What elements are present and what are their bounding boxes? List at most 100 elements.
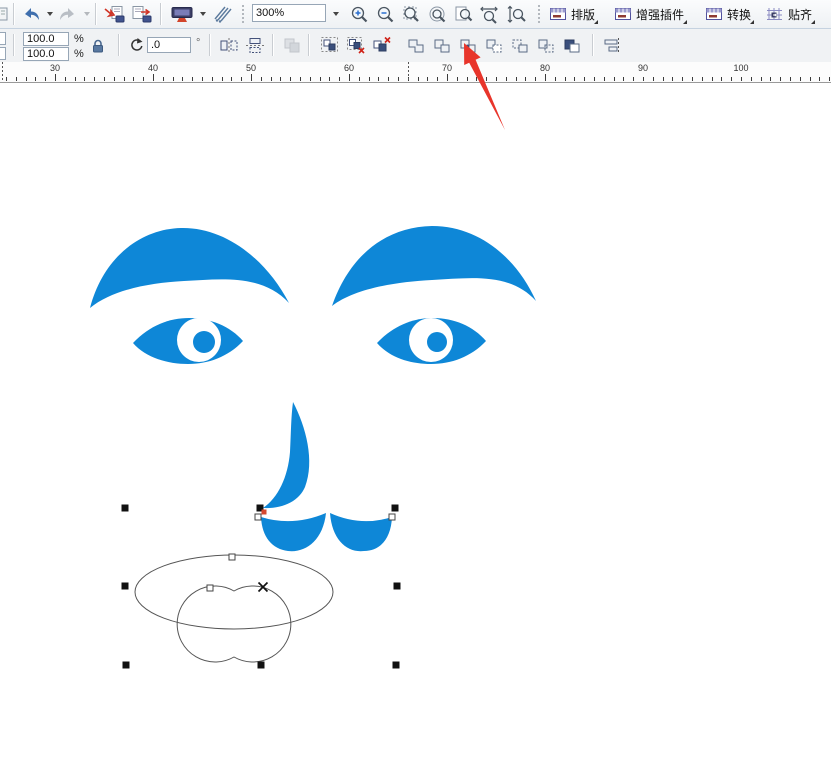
- intersect-button[interactable]: [456, 33, 480, 57]
- mirror-horizontal-button[interactable]: [217, 33, 241, 57]
- weld-button[interactable]: [404, 33, 428, 57]
- application-launcher-button[interactable]: [168, 2, 196, 26]
- mouth-ellipse-outline[interactable]: [135, 555, 333, 629]
- curve-node[interactable]: [229, 554, 235, 560]
- ruler-tick: [702, 77, 703, 81]
- scale-x-field[interactable]: [23, 32, 69, 46]
- menu-button-plugins[interactable]: 增强插件: [610, 2, 688, 26]
- right-eye-white[interactable]: [409, 318, 453, 362]
- selected-node-red[interactable]: [262, 510, 267, 515]
- left-eyebrow-shape[interactable]: [90, 228, 289, 308]
- right-eye-shape[interactable]: [377, 318, 486, 364]
- left-eye-white[interactable]: [177, 318, 221, 362]
- ruler-tick: [506, 77, 507, 81]
- zoom-to-width-button[interactable]: [478, 2, 502, 26]
- zoom-to-selection-button[interactable]: [400, 2, 424, 26]
- left-eye-pupil[interactable]: [193, 331, 215, 353]
- selection-handle[interactable]: [394, 583, 401, 590]
- ruler-tick: [388, 77, 389, 81]
- lock-ratio-button[interactable]: [88, 34, 108, 58]
- nose-left-nostril-shape[interactable]: [261, 513, 326, 551]
- export-button[interactable]: [129, 2, 155, 26]
- selection-handle[interactable]: [258, 662, 265, 669]
- selection-handle[interactable]: [393, 662, 400, 669]
- selection-handle[interactable]: [122, 583, 129, 590]
- graphics-options-button[interactable]: [211, 2, 235, 26]
- zoom-height-icon: [506, 5, 526, 24]
- menu-button-typesetting[interactable]: 排版: [545, 2, 599, 26]
- group-button[interactable]: [318, 33, 342, 57]
- right-eyebrow-shape[interactable]: [332, 226, 536, 306]
- selection-handle[interactable]: [123, 662, 130, 669]
- selection-handle[interactable]: [257, 505, 264, 512]
- flyout-corner: [683, 20, 687, 24]
- group-icon: [320, 36, 340, 54]
- ruler-tick: [614, 77, 615, 81]
- zoom-to-height-button[interactable]: [504, 2, 528, 26]
- simplify-button[interactable]: [482, 33, 506, 57]
- trim-button[interactable]: [430, 33, 454, 57]
- nose-right-nostril-shape[interactable]: [330, 513, 392, 551]
- toolbar-grip[interactable]: [241, 5, 244, 23]
- rotate-icon: [128, 37, 144, 53]
- weld-icon: [407, 37, 425, 54]
- curve-node[interactable]: [207, 585, 213, 591]
- ruler-tick: [320, 77, 321, 81]
- scale-y-field[interactable]: [23, 47, 69, 61]
- redo-button[interactable]: [56, 2, 80, 26]
- ruler-tick: [231, 77, 232, 81]
- mouth-lips-outline[interactable]: [177, 586, 291, 662]
- ruler-tick: [182, 77, 183, 81]
- clipped-field[interactable]: [0, 32, 6, 45]
- curve-node[interactable]: [389, 514, 395, 520]
- drawing-canvas[interactable]: [0, 0, 831, 763]
- zoom-in-button[interactable]: [348, 2, 372, 26]
- ruler-tick: [623, 77, 624, 81]
- back-minus-front-button[interactable]: [534, 33, 558, 57]
- rotation-angle-field[interactable]: [147, 37, 191, 53]
- menu-button-convert[interactable]: 转换: [701, 2, 755, 26]
- zoom-level-dropdown[interactable]: [328, 2, 340, 26]
- undo-button[interactable]: [19, 2, 43, 26]
- separator: [308, 34, 309, 56]
- left-eye-shape[interactable]: [133, 318, 243, 364]
- selection-handle[interactable]: [122, 505, 129, 512]
- undo-dropdown[interactable]: [43, 2, 53, 26]
- menu-button-snap[interactable]: 贴齐: [762, 2, 816, 26]
- flyout-corner: [594, 20, 598, 24]
- create-boundary-button[interactable]: [560, 33, 584, 57]
- toolbar-grip[interactable]: [537, 5, 540, 23]
- horizontal-ruler[interactable]: 30405060708090100: [0, 62, 831, 83]
- align-button[interactable]: [600, 33, 624, 57]
- right-eye-pupil[interactable]: [427, 332, 447, 352]
- ruler-tick: [770, 77, 771, 81]
- zoom-out-button[interactable]: [374, 2, 398, 26]
- zoom-to-page-button[interactable]: [452, 2, 476, 26]
- mirror-vertical-button[interactable]: [243, 33, 267, 57]
- ungroup-all-button[interactable]: [370, 33, 394, 57]
- ruler-tick: [359, 77, 360, 81]
- ruler-tick: [712, 77, 713, 81]
- redo-dropdown[interactable]: [80, 2, 90, 26]
- ruler-tick: [731, 77, 732, 81]
- snap-grid-icon: [766, 6, 784, 22]
- zoom-level-combobox[interactable]: [252, 4, 326, 22]
- clipped-toolbar-button[interactable]: [0, 2, 8, 26]
- import-button[interactable]: [101, 2, 127, 26]
- selection-handle[interactable]: [392, 505, 399, 512]
- selection-center-x-marker[interactable]: [259, 583, 268, 592]
- separator: [95, 3, 96, 25]
- nose-bridge-shape[interactable]: [263, 402, 309, 508]
- front-minus-back-button[interactable]: [508, 33, 532, 57]
- toolbar-window-icon: [705, 6, 723, 22]
- ruler-tick: [663, 77, 664, 81]
- ruler-tick: [535, 77, 536, 81]
- ruler-tick: [682, 77, 683, 81]
- ungroup-button[interactable]: [344, 33, 368, 57]
- launcher-dropdown[interactable]: [196, 2, 206, 26]
- ruler-tick: [643, 77, 644, 81]
- clipped-field[interactable]: [0, 47, 6, 60]
- ruler-tick: [241, 77, 242, 81]
- zoom-to-all-objects-button[interactable]: [426, 2, 450, 26]
- curve-node[interactable]: [255, 514, 261, 520]
